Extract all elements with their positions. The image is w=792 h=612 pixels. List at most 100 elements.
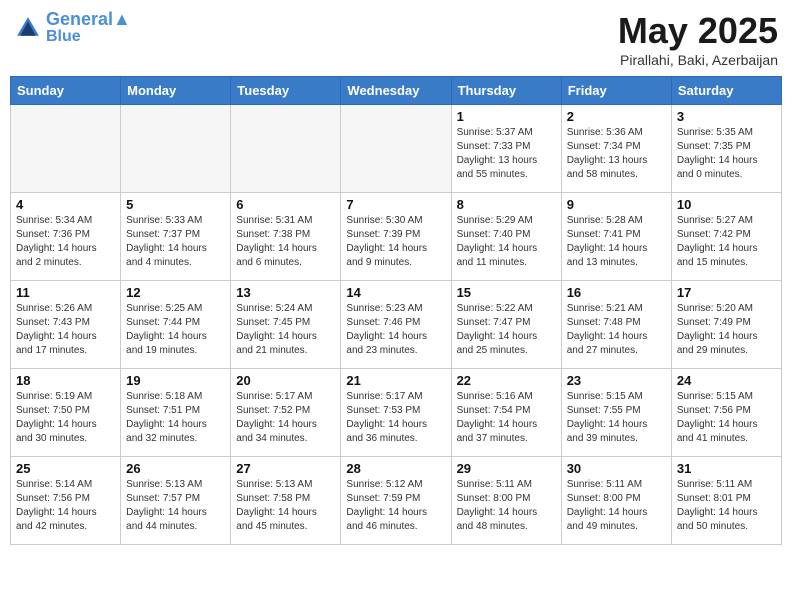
- day-number: 31: [677, 461, 776, 476]
- day-cell: 31Sunrise: 5:11 AMSunset: 8:01 PMDayligh…: [671, 457, 781, 545]
- day-cell: 11Sunrise: 5:26 AMSunset: 7:43 PMDayligh…: [11, 281, 121, 369]
- day-number: 8: [457, 197, 556, 212]
- week-row-4: 18 Sunrise: 5:19 AMSunset: 7:50 PMDayligh…: [11, 369, 782, 457]
- day-info: Sunrise: 5:20 AMSunset: 7:49 PMDaylight:…: [677, 302, 776, 358]
- day-number: 7: [346, 197, 445, 212]
- day-info: Sunrise: 5:14 AMSunset: 7:56 PMDaylight:…: [16, 478, 115, 534]
- day-info: Sunrise: 5:15 AMSunset: 7:55 PMDaylight:…: [567, 390, 666, 446]
- title-block: May 2025 Pirallahi, Baki, Azerbaijan: [618, 10, 778, 68]
- day-info: Sunrise: 5:30 AMSunset: 7:39 PMDaylight:…: [346, 214, 445, 270]
- day-number: 21: [346, 373, 445, 388]
- day-info: Sunrise: 5:33 AMSunset: 7:37 PMDaylight:…: [126, 214, 225, 270]
- day-cell: 29 Sunrise: 5:11 AMSunset: 8:00 PMDayligh…: [451, 457, 561, 545]
- day-cell: 14 Sunrise: 5:23 AMSunset: 7:46 PMDayligh…: [341, 281, 451, 369]
- day-info: Sunrise: 5:29 AMSunset: 7:40 PMDaylight:…: [457, 214, 556, 270]
- day-cell: 20 Sunrise: 5:17 AMSunset: 7:52 PMDayligh…: [231, 369, 341, 457]
- day-cell: 27 Sunrise: 5:13 AMSunset: 7:58 PMDayligh…: [231, 457, 341, 545]
- day-number: 6: [236, 197, 335, 212]
- day-number: 19: [126, 373, 225, 388]
- calendar: SundayMondayTuesdayWednesdayThursdayFrid…: [10, 76, 782, 545]
- day-cell: 5Sunrise: 5:33 AMSunset: 7:37 PMDaylight…: [121, 193, 231, 281]
- weekday-header-row: SundayMondayTuesdayWednesdayThursdayFrid…: [11, 77, 782, 105]
- day-cell: [341, 105, 451, 193]
- day-cell: [121, 105, 231, 193]
- day-info: Sunrise: 5:31 AMSunset: 7:38 PMDaylight:…: [236, 214, 335, 270]
- week-row-5: 25 Sunrise: 5:14 AMSunset: 7:56 PMDayligh…: [11, 457, 782, 545]
- day-cell: 26Sunrise: 5:13 AMSunset: 7:57 PMDayligh…: [121, 457, 231, 545]
- day-cell: 24Sunrise: 5:15 AMSunset: 7:56 PMDayligh…: [671, 369, 781, 457]
- day-number: 12: [126, 285, 225, 300]
- week-row-3: 11Sunrise: 5:26 AMSunset: 7:43 PMDayligh…: [11, 281, 782, 369]
- day-cell: 28Sunrise: 5:12 AMSunset: 7:59 PMDayligh…: [341, 457, 451, 545]
- day-info: Sunrise: 5:35 AMSunset: 7:35 PMDaylight:…: [677, 126, 776, 182]
- day-number: 29: [457, 461, 556, 476]
- day-cell: 22Sunrise: 5:16 AMSunset: 7:54 PMDayligh…: [451, 369, 561, 457]
- day-info: Sunrise: 5:13 AMSunset: 7:58 PMDaylight:…: [236, 478, 335, 534]
- day-cell: 13 Sunrise: 5:24 AMSunset: 7:45 PMDayligh…: [231, 281, 341, 369]
- day-info: Sunrise: 5:21 AMSunset: 7:48 PMDaylight:…: [567, 302, 666, 358]
- day-cell: 1Sunrise: 5:37 AMSunset: 7:33 PMDaylight…: [451, 105, 561, 193]
- day-cell: 30Sunrise: 5:11 AMSunset: 8:00 PMDayligh…: [561, 457, 671, 545]
- day-info: Sunrise: 5:28 AMSunset: 7:41 PMDaylight:…: [567, 214, 666, 270]
- day-info: Sunrise: 5:17 AMSunset: 7:53 PMDaylight:…: [346, 390, 445, 446]
- day-number: 27: [236, 461, 335, 476]
- day-cell: 4 Sunrise: 5:34 AMSunset: 7:36 PMDaylight…: [11, 193, 121, 281]
- weekday-header-saturday: Saturday: [671, 77, 781, 105]
- day-number: 10: [677, 197, 776, 212]
- day-info: Sunrise: 5:12 AMSunset: 7:59 PMDaylight:…: [346, 478, 445, 534]
- day-cell: 19 Sunrise: 5:18 AMSunset: 7:51 PMDayligh…: [121, 369, 231, 457]
- day-number: 18: [16, 373, 115, 388]
- day-info: Sunrise: 5:23 AMSunset: 7:46 PMDaylight:…: [346, 302, 445, 358]
- day-cell: 7 Sunrise: 5:30 AMSunset: 7:39 PMDaylight…: [341, 193, 451, 281]
- month-title: May 2025: [618, 10, 778, 52]
- weekday-header-friday: Friday: [561, 77, 671, 105]
- day-cell: [11, 105, 121, 193]
- weekday-header-thursday: Thursday: [451, 77, 561, 105]
- day-info: Sunrise: 5:11 AMSunset: 8:00 PMDaylight:…: [567, 478, 666, 534]
- day-cell: 8 Sunrise: 5:29 AMSunset: 7:40 PMDaylight…: [451, 193, 561, 281]
- day-number: 23: [567, 373, 666, 388]
- day-info: Sunrise: 5:22 AMSunset: 7:47 PMDaylight:…: [457, 302, 556, 358]
- logo-text: General▲ Blue: [46, 10, 131, 45]
- day-number: 4: [16, 197, 115, 212]
- day-info: Sunrise: 5:16 AMSunset: 7:54 PMDaylight:…: [457, 390, 556, 446]
- day-cell: 15 Sunrise: 5:22 AMSunset: 7:47 PMDayligh…: [451, 281, 561, 369]
- day-cell: 25 Sunrise: 5:14 AMSunset: 7:56 PMDayligh…: [11, 457, 121, 545]
- day-number: 14: [346, 285, 445, 300]
- day-info: Sunrise: 5:19 AMSunset: 7:50 PMDaylight:…: [16, 390, 115, 446]
- day-number: 13: [236, 285, 335, 300]
- day-info: Sunrise: 5:27 AMSunset: 7:42 PMDaylight:…: [677, 214, 776, 270]
- weekday-header-tuesday: Tuesday: [231, 77, 341, 105]
- day-cell: 23 Sunrise: 5:15 AMSunset: 7:55 PMDayligh…: [561, 369, 671, 457]
- day-number: 16: [567, 285, 666, 300]
- weekday-header-wednesday: Wednesday: [341, 77, 451, 105]
- day-info: Sunrise: 5:36 AMSunset: 7:34 PMDaylight:…: [567, 126, 666, 182]
- day-cell: 10 Sunrise: 5:27 AMSunset: 7:42 PMDayligh…: [671, 193, 781, 281]
- page-header: General▲ Blue May 2025 Pirallahi, Baki, …: [10, 10, 782, 68]
- day-number: 15: [457, 285, 556, 300]
- day-info: Sunrise: 5:34 AMSunset: 7:36 PMDaylight:…: [16, 214, 115, 270]
- day-number: 9: [567, 197, 666, 212]
- day-cell: 17 Sunrise: 5:20 AMSunset: 7:49 PMDayligh…: [671, 281, 781, 369]
- day-cell: [231, 105, 341, 193]
- day-cell: 18 Sunrise: 5:19 AMSunset: 7:50 PMDayligh…: [11, 369, 121, 457]
- logo-icon: [14, 14, 42, 42]
- day-cell: 21 Sunrise: 5:17 AMSunset: 7:53 PMDayligh…: [341, 369, 451, 457]
- logo: General▲ Blue: [14, 10, 131, 45]
- week-row-2: 4 Sunrise: 5:34 AMSunset: 7:36 PMDaylight…: [11, 193, 782, 281]
- day-info: Sunrise: 5:17 AMSunset: 7:52 PMDaylight:…: [236, 390, 335, 446]
- weekday-header-sunday: Sunday: [11, 77, 121, 105]
- day-number: 25: [16, 461, 115, 476]
- day-info: Sunrise: 5:25 AMSunset: 7:44 PMDaylight:…: [126, 302, 225, 358]
- day-info: Sunrise: 5:26 AMSunset: 7:43 PMDaylight:…: [16, 302, 115, 358]
- day-cell: 12 Sunrise: 5:25 AMSunset: 7:44 PMDayligh…: [121, 281, 231, 369]
- day-number: 2: [567, 109, 666, 124]
- day-number: 20: [236, 373, 335, 388]
- day-number: 24: [677, 373, 776, 388]
- day-info: Sunrise: 5:11 AMSunset: 8:00 PMDaylight:…: [457, 478, 556, 534]
- day-info: Sunrise: 5:24 AMSunset: 7:45 PMDaylight:…: [236, 302, 335, 358]
- day-cell: 6 Sunrise: 5:31 AMSunset: 7:38 PMDaylight…: [231, 193, 341, 281]
- day-number: 17: [677, 285, 776, 300]
- day-info: Sunrise: 5:18 AMSunset: 7:51 PMDaylight:…: [126, 390, 225, 446]
- day-info: Sunrise: 5:13 AMSunset: 7:57 PMDaylight:…: [126, 478, 225, 534]
